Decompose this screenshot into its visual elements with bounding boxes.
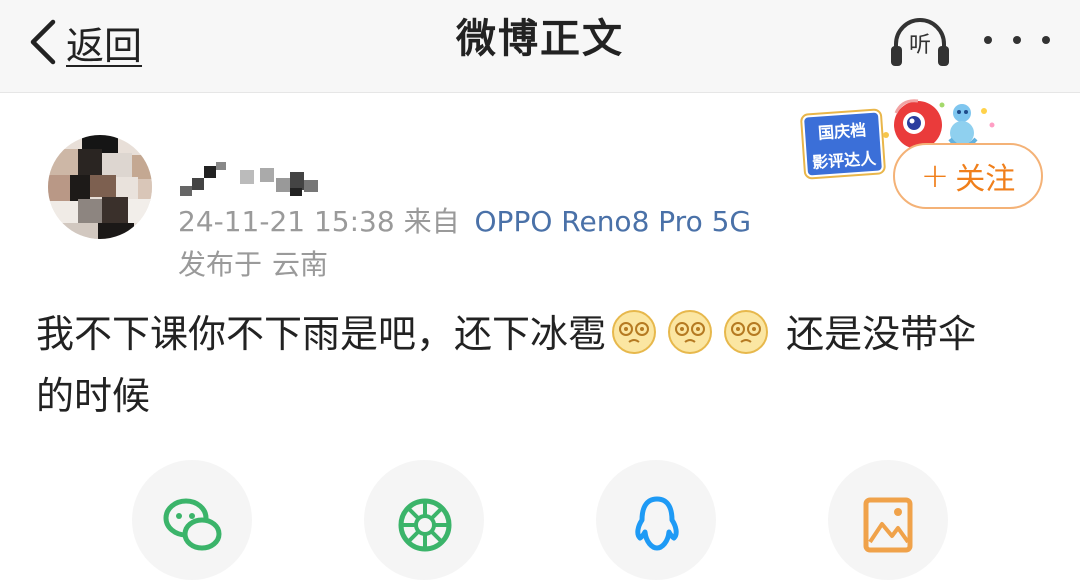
avatar[interactable] [48,135,152,239]
badge-line2: 影评达人 [811,148,877,173]
post-content: 我不下课你不下雨是吧，还下冰雹 还是没带伞 的时候 [36,303,1046,427]
moments-icon [398,498,452,552]
share-wechat-button[interactable] [132,460,252,580]
more-dot-icon [1042,36,1050,44]
badge-label: 国庆档 影评达人 [801,110,885,178]
dizzy-face-emoji-icon [667,309,713,355]
location-value: 云南 [272,248,329,281]
listen-label: 听 [908,33,931,58]
share-row [0,460,1080,580]
top-nav-bar: 返回 微博正文 听 [0,0,1080,93]
username[interactable] [180,160,330,200]
post-location: 发布于 云南 [178,243,328,283]
listen-button[interactable]: 听 [888,14,952,72]
save-image-icon [863,497,913,553]
post-text-part2: 还是没带伞 [786,312,977,356]
post-text-part1: 我不下课你不下雨是吧，还下冰雹 [36,312,607,356]
post-from-label: 来自 [403,205,460,238]
more-dot-icon [1013,36,1021,44]
follow-label: 关注 [955,162,1016,197]
more-dot-icon [984,36,992,44]
dizzy-face-emoji-icon [611,309,657,355]
save-image-button[interactable] [828,460,948,580]
plus-icon: + [920,156,950,196]
post-source-link[interactable]: OPPO Reno8 Pro 5G [475,205,752,238]
dizzy-face-emoji-icon [723,309,769,355]
post-text-part3: 的时候 [36,374,151,418]
post-time: 24-11-21 15:38 [178,205,395,238]
more-options-button[interactable] [984,22,1050,58]
share-qq-button[interactable] [596,460,716,580]
post-meta: 24-11-21 15:38 来自 OPPO Reno8 Pro 5G [178,200,751,240]
follow-button[interactable]: + 关注 [893,143,1043,209]
location-prefix: 发布于 [178,248,263,281]
wechat-icon [163,498,222,551]
share-moments-button[interactable] [364,460,484,580]
qq-icon [635,496,679,551]
